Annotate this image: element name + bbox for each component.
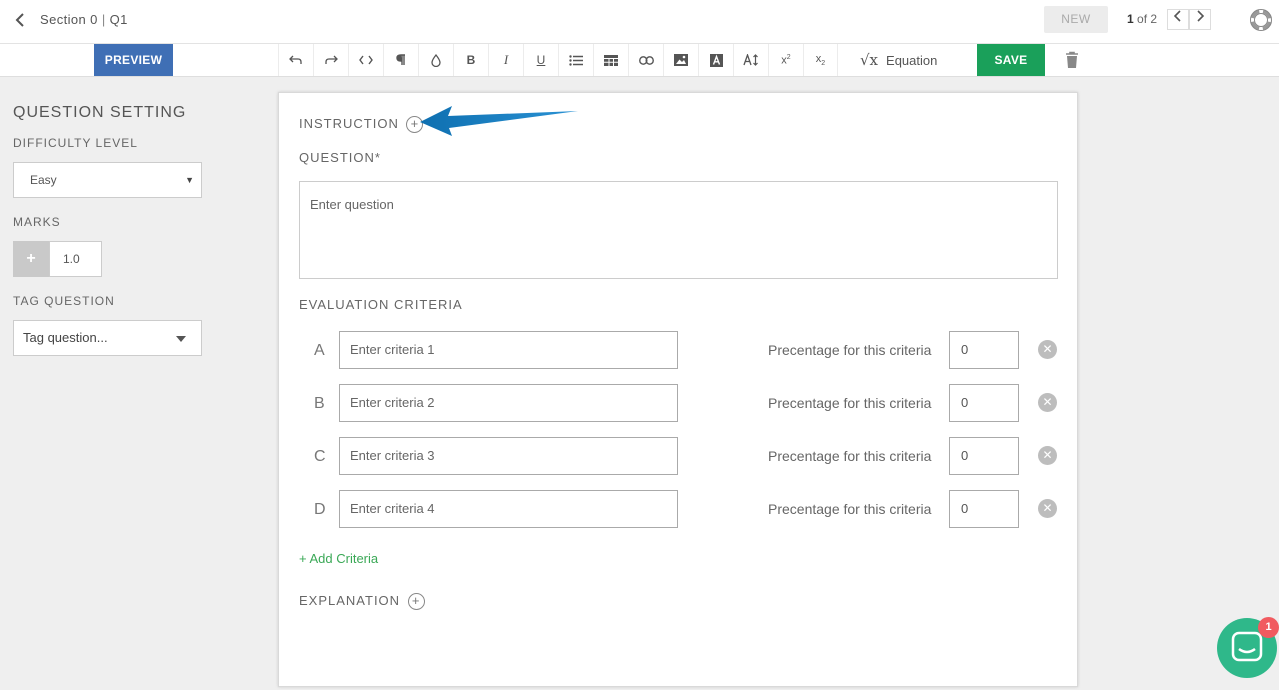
difficulty-select[interactable]: Easy ▼ [13, 162, 202, 198]
equation-label: Equation [886, 52, 938, 68]
instruction-section: INSTRUCTION + [299, 116, 424, 134]
breadcrumb-section[interactable]: Section 0 [40, 12, 98, 27]
trash-icon[interactable] [1062, 50, 1082, 70]
evaluation-criteria-label: EVALUATION CRITERIA [299, 297, 463, 312]
undo-icon[interactable] [278, 44, 313, 76]
remove-criteria-icon[interactable]: ✕ [1038, 340, 1057, 359]
percentage-input[interactable]: 0 [949, 490, 1019, 528]
superscript-icon[interactable]: x2 [768, 44, 803, 76]
color-drop-icon[interactable] [418, 44, 453, 76]
percentage-input[interactable]: 0 [949, 331, 1019, 369]
criteria-input[interactable]: Enter criteria 4 [339, 490, 678, 528]
link-icon[interactable] [628, 44, 663, 76]
tag-question-placeholder: Tag question... [23, 330, 108, 345]
code-icon[interactable] [348, 44, 383, 76]
bold-icon[interactable]: B [453, 44, 488, 76]
criteria-input[interactable]: Enter criteria 1 [339, 331, 678, 369]
marks-label: MARKS [13, 215, 61, 229]
percentage-label: Precentage for this criteria [768, 342, 932, 358]
help-lifebuoy-icon[interactable] [1250, 9, 1272, 31]
tag-question-select[interactable]: Tag question... [13, 320, 202, 356]
save-button[interactable]: SAVE [977, 44, 1045, 76]
criteria-letter: D [314, 501, 326, 518]
back-arrow-icon[interactable] [12, 12, 28, 28]
equation-button[interactable]: √x Equation [838, 44, 968, 76]
remove-criteria-icon[interactable]: ✕ [1038, 446, 1057, 465]
instruction-label: INSTRUCTION [299, 116, 399, 131]
next-question-button[interactable] [1189, 9, 1211, 30]
percentage-label: Precentage for this criteria [768, 395, 932, 411]
pager-total: of 2 [1133, 12, 1158, 26]
formatting-tools: B I U x2 x2 [278, 44, 838, 76]
percentage-label: Precentage for this criteria [768, 501, 932, 517]
chat-notification-badge: 1 [1258, 617, 1279, 638]
top-bar: Section 0 | Q1 NEW 1 of 2 [0, 0, 1279, 44]
text-color-icon[interactable] [698, 44, 733, 76]
percentage-label: Precentage for this criteria [768, 448, 932, 464]
criteria-letter: C [314, 448, 326, 465]
pager-text: 1 of 2 [1127, 12, 1157, 26]
remove-criteria-icon[interactable]: ✕ [1038, 499, 1057, 518]
previous-question-button[interactable] [1167, 9, 1189, 30]
triangle-down-icon [176, 336, 186, 342]
redo-icon[interactable] [313, 44, 348, 76]
breadcrumb-question: Q1 [109, 12, 128, 27]
chevron-right-icon [1197, 10, 1205, 22]
question-setting-title: QUESTION SETTING [13, 104, 187, 121]
image-icon[interactable] [663, 44, 698, 76]
percentage-input[interactable]: 0 [949, 384, 1019, 422]
difficulty-value: Easy [30, 173, 57, 187]
tag-question-label: TAG QUESTION [13, 294, 115, 308]
marks-input[interactable]: 1.0 [49, 241, 102, 277]
table-icon[interactable] [593, 44, 628, 76]
criteria-input[interactable]: Enter criteria 3 [339, 437, 678, 475]
paragraph-icon[interactable] [383, 44, 418, 76]
font-size-icon[interactable] [733, 44, 768, 76]
criteria-input[interactable]: Enter criteria 2 [339, 384, 678, 422]
explanation-section: EXPLANATION + [299, 593, 425, 611]
marks-increment-button[interactable]: + [13, 241, 49, 277]
add-criteria-link[interactable]: + Add Criteria [299, 551, 378, 566]
new-button[interactable]: NEW [1044, 6, 1108, 33]
editor-toolbar: PREVIEW B I U x2 x2 √x Equation SAVE [0, 44, 1279, 77]
chevron-left-icon [1173, 10, 1181, 22]
question-editor-card: INSTRUCTION + QUESTION* Enter question E… [278, 92, 1078, 687]
remove-criteria-icon[interactable]: ✕ [1038, 393, 1057, 412]
pager-current: 1 [1127, 12, 1134, 26]
question-input[interactable]: Enter question [299, 181, 1058, 279]
underline-icon[interactable]: U [523, 44, 558, 76]
criteria-letter: B [314, 395, 325, 412]
breadcrumb: Section 0 | Q1 [40, 12, 128, 27]
difficulty-level-label: DIFFICULTY LEVEL [13, 136, 138, 150]
pointer-arrow-annotation [420, 106, 578, 136]
percentage-input[interactable]: 0 [949, 437, 1019, 475]
breadcrumb-separator: | [101, 12, 106, 27]
add-explanation-icon[interactable]: + [407, 593, 425, 611]
square-root-icon: √x [860, 51, 879, 69]
list-icon[interactable] [558, 44, 593, 76]
question-label: QUESTION* [299, 150, 381, 165]
caret-down-icon: ▼ [185, 175, 194, 185]
criteria-letter: A [314, 342, 325, 359]
subscript-icon[interactable]: x2 [803, 44, 838, 76]
italic-icon[interactable]: I [488, 44, 523, 76]
preview-button[interactable]: PREVIEW [94, 44, 173, 76]
explanation-label: EXPLANATION [299, 593, 401, 608]
